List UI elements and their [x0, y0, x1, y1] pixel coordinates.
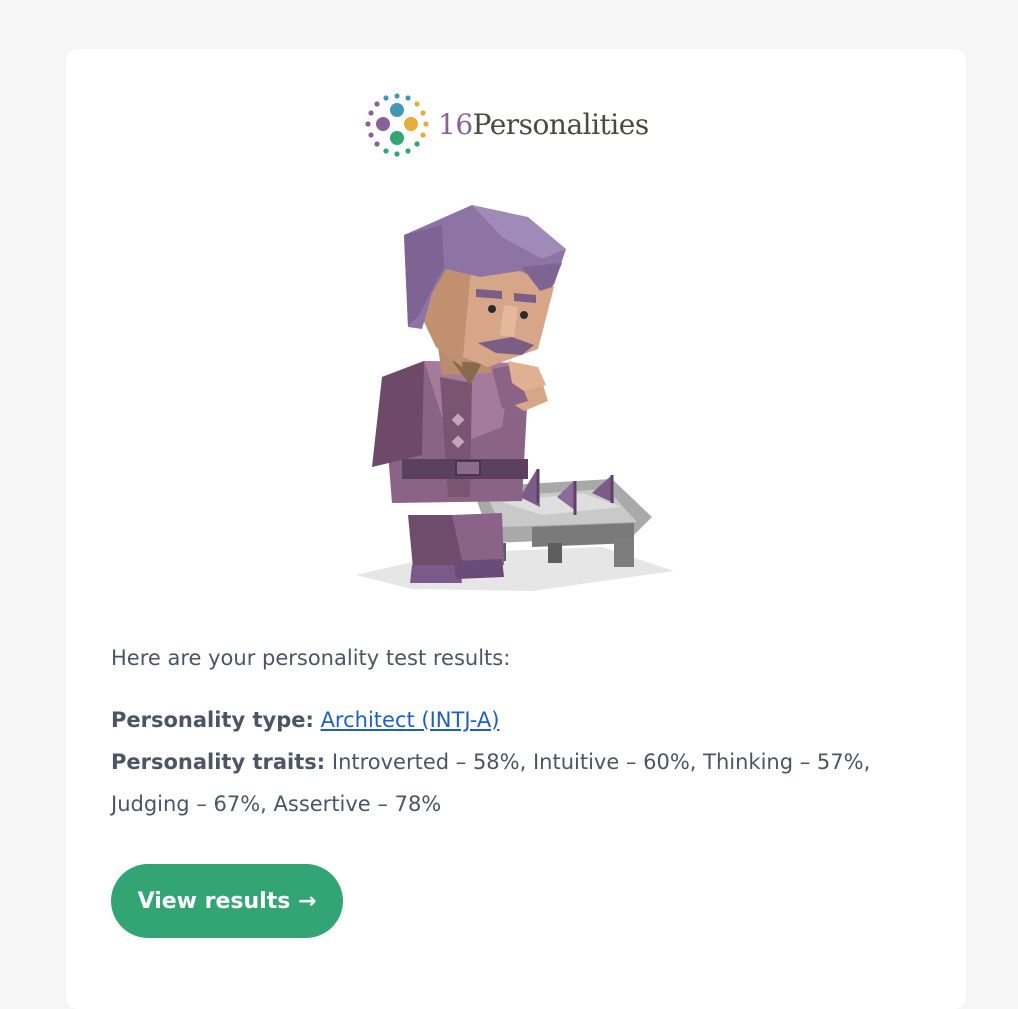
email-card: 16Personalities Here are your personalit…	[66, 49, 966, 1009]
brand-logo[interactable]: 16Personalities	[364, 91, 674, 159]
brand-word: Personalities	[472, 108, 650, 141]
brand-number: 16	[438, 108, 473, 141]
intro-text: Here are your personality test results:	[111, 646, 511, 670]
results-message: Here are your personality test results: …	[111, 637, 921, 825]
view-results-button[interactable]: View results →	[111, 864, 343, 938]
personality-type-row: Personality type: Architect (INTJ-A)	[111, 699, 921, 741]
personality-type-label: Personality type:	[111, 708, 314, 732]
brand-wordmark: 16Personalities	[438, 111, 649, 139]
personality-traits-row: Personality traits: Introverted – 58%, I…	[111, 741, 921, 825]
personality-type-link[interactable]: Architect (INTJ-A)	[321, 708, 500, 732]
personality-traits-label: Personality traits:	[111, 750, 326, 774]
architect-character-illustration	[356, 205, 674, 591]
logo-mark-icon	[365, 93, 429, 157]
